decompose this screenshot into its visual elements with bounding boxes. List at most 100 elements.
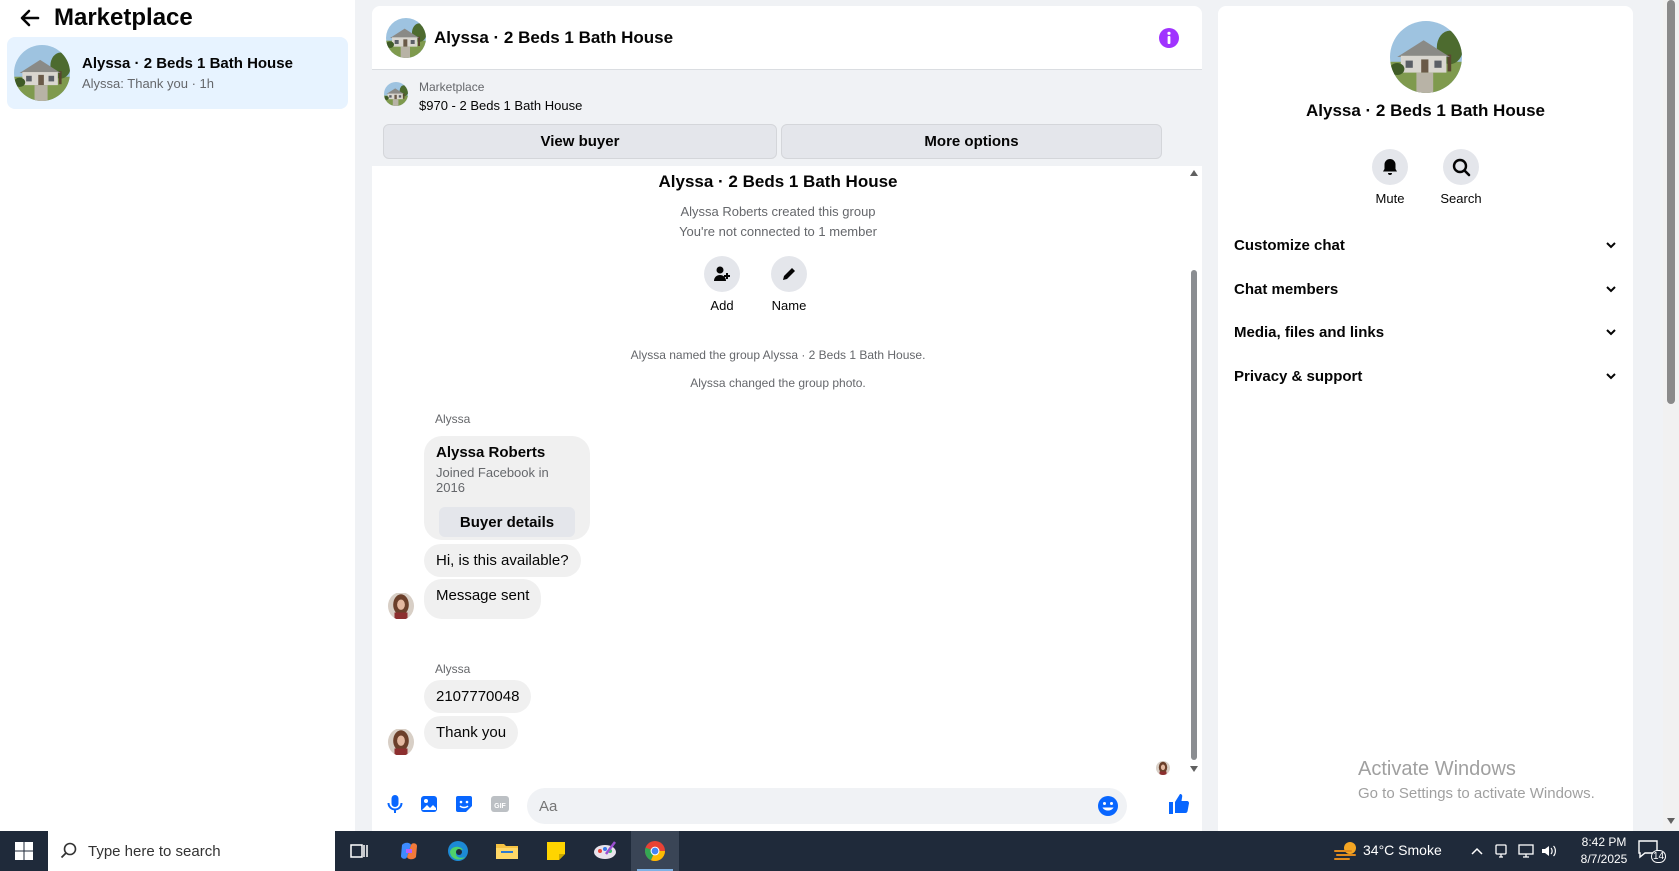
add-member-button[interactable]: Add [692, 256, 752, 313]
sender-name: Alyssa [435, 662, 471, 676]
listing-banner: Marketplace $970 - 2 Beds 1 Bath House V… [372, 70, 1202, 166]
like-thumb-icon[interactable] [1167, 792, 1191, 816]
chrome-icon [644, 841, 666, 862]
group-created-text: Alyssa Roberts created this group [680, 204, 876, 219]
page-scroll-down-arrow[interactable] [1667, 818, 1675, 824]
mute-label: Mute [1375, 191, 1405, 206]
copilot-app[interactable] [385, 831, 433, 871]
clock-date: 8/7/2025 [1580, 852, 1628, 866]
view-buyer-button[interactable]: View buyer [383, 124, 777, 159]
system-message: Alyssa named the group Alyssa · 2 Beds 1… [630, 348, 926, 362]
start-button[interactable] [0, 831, 48, 871]
sidebar-header: Marketplace [0, 0, 355, 36]
chevron-down-icon [1606, 286, 1616, 293]
gif-icon[interactable]: GIF [489, 793, 511, 815]
chat-header: Alyssa · 2 Beds 1 Bath House [372, 6, 1202, 70]
section-label: Chat members [1234, 280, 1339, 298]
folder-icon [496, 844, 518, 859]
buyer-name: Alyssa Roberts [436, 444, 546, 461]
sender-avatar[interactable] [388, 728, 414, 756]
group-title: Alyssa · 2 Beds 1 Bath House [658, 172, 898, 191]
not-connected-text: You're not connected to 1 member [679, 224, 877, 239]
scroll-up-arrow[interactable] [1190, 170, 1198, 176]
name-group-button[interactable]: Name [759, 256, 819, 313]
message-bubble[interactable]: Message sent [424, 579, 542, 619]
copilot-icon [401, 842, 417, 860]
conversation-list-item[interactable]: Alyssa · 2 Beds 1 Bath House Alyssa: Tha… [7, 37, 348, 109]
photo-icon[interactable] [418, 793, 440, 815]
search-button[interactable]: Search [1431, 149, 1491, 206]
back-arrow-icon[interactable] [18, 6, 42, 30]
chrome-app[interactable] [631, 831, 679, 871]
section-label: Customize chat [1234, 236, 1345, 254]
details-title: Alyssa · 2 Beds 1 Bath House [1305, 101, 1546, 120]
weather-text[interactable]: 34°C Smoke [1363, 842, 1442, 858]
section-label: Privacy & support [1234, 367, 1363, 385]
message-composer: GIF [372, 779, 1202, 831]
add-person-icon [714, 266, 730, 281]
thread-scrollbar[interactable] [1191, 270, 1197, 760]
customize-chat-section[interactable]: Customize chat [1234, 230, 1617, 260]
task-view-icon [350, 844, 368, 858]
windows-taskbar: Type here to search 34°C Smoke 8:42 PM 8… [0, 831, 1679, 871]
section-label: Media, files and links [1234, 323, 1385, 341]
taskbar-search-placeholder: Type here to search [88, 842, 221, 860]
volume-icon[interactable] [1540, 843, 1558, 859]
edge-app[interactable] [434, 831, 482, 871]
system-clock[interactable]: 8:42 PM 8/7/2025 [1567, 834, 1641, 868]
emoji-icon[interactable] [1097, 795, 1119, 817]
system-message: Alyssa changed the group photo. [690, 376, 866, 390]
media-files-links-section[interactable]: Media, files and links [1234, 317, 1617, 347]
chevron-down-icon [1606, 242, 1616, 249]
notification-center-button[interactable]: 14 [1637, 839, 1667, 865]
sidebar-title: Marketplace [54, 4, 193, 31]
message-bubble[interactable]: 2107770048 [424, 680, 532, 713]
chat-avatar[interactable] [386, 18, 426, 58]
message-thread[interactable]: Alyssa · 2 Beds 1 Bath House Alyssa Robe… [372, 166, 1202, 779]
notification-count-badge: 14 [1651, 850, 1667, 863]
paint-app[interactable] [581, 831, 629, 871]
taskbar-search-box[interactable]: Type here to search [48, 831, 335, 871]
watermark-line1: Activate Windows [1358, 758, 1516, 780]
meet-now-icon[interactable] [1493, 843, 1509, 859]
listing-price-title[interactable]: $970 - 2 Beds 1 Bath House [419, 98, 582, 113]
more-options-button[interactable]: More options [781, 124, 1162, 159]
sender-avatar[interactable] [388, 592, 414, 620]
network-icon[interactable] [1517, 843, 1535, 859]
message-input[interactable] [539, 798, 1079, 815]
chevron-up-icon[interactable] [1470, 844, 1484, 858]
sticky-note-icon [547, 842, 565, 860]
search-icon [60, 842, 77, 859]
message-bubble[interactable]: Hi, is this available? [424, 544, 581, 577]
clock-time: 8:42 PM [1581, 835, 1627, 849]
watermark-line2: Go to Settings to activate Windows. [1358, 785, 1595, 802]
activate-windows-watermark: Activate Windows Go to Settings to activ… [1358, 758, 1595, 802]
sender-name: Alyssa [435, 412, 471, 426]
mute-button[interactable]: Mute [1360, 149, 1420, 206]
details-avatar[interactable] [1390, 21, 1462, 93]
scroll-down-arrow[interactable] [1190, 766, 1198, 772]
conversation-preview: Alyssa: Thank you · 1h [82, 76, 214, 91]
windows-logo-icon [15, 842, 33, 860]
sticky-notes-app[interactable] [532, 831, 580, 871]
page-scrollbar-thumb[interactable] [1667, 0, 1675, 404]
chat-panel: Alyssa · 2 Beds 1 Bath House Marketplace… [372, 6, 1202, 831]
privacy-support-section[interactable]: Privacy & support [1234, 361, 1617, 391]
weather-haze-icon[interactable] [1333, 839, 1359, 863]
buyer-profile-card: Alyssa Roberts Joined Facebook in 2016 B… [424, 436, 590, 540]
name-label: Name [771, 298, 807, 313]
chat-title[interactable]: Alyssa · 2 Beds 1 Bath House [434, 28, 673, 48]
seen-indicator-avatar [1156, 761, 1170, 775]
add-label: Add [710, 298, 734, 313]
sticker-icon[interactable] [453, 793, 475, 815]
info-icon[interactable] [1158, 27, 1180, 49]
bell-icon [1383, 159, 1397, 175]
message-input-container [527, 788, 1127, 824]
task-view-button[interactable] [335, 831, 383, 871]
page-scrollbar[interactable] [1663, 0, 1679, 831]
microphone-icon[interactable] [384, 793, 406, 815]
file-explorer-app[interactable] [483, 831, 531, 871]
message-bubble[interactable]: Thank you [424, 716, 519, 749]
chat-members-section[interactable]: Chat members [1234, 274, 1617, 304]
buyer-details-button[interactable]: Buyer details [439, 507, 575, 537]
